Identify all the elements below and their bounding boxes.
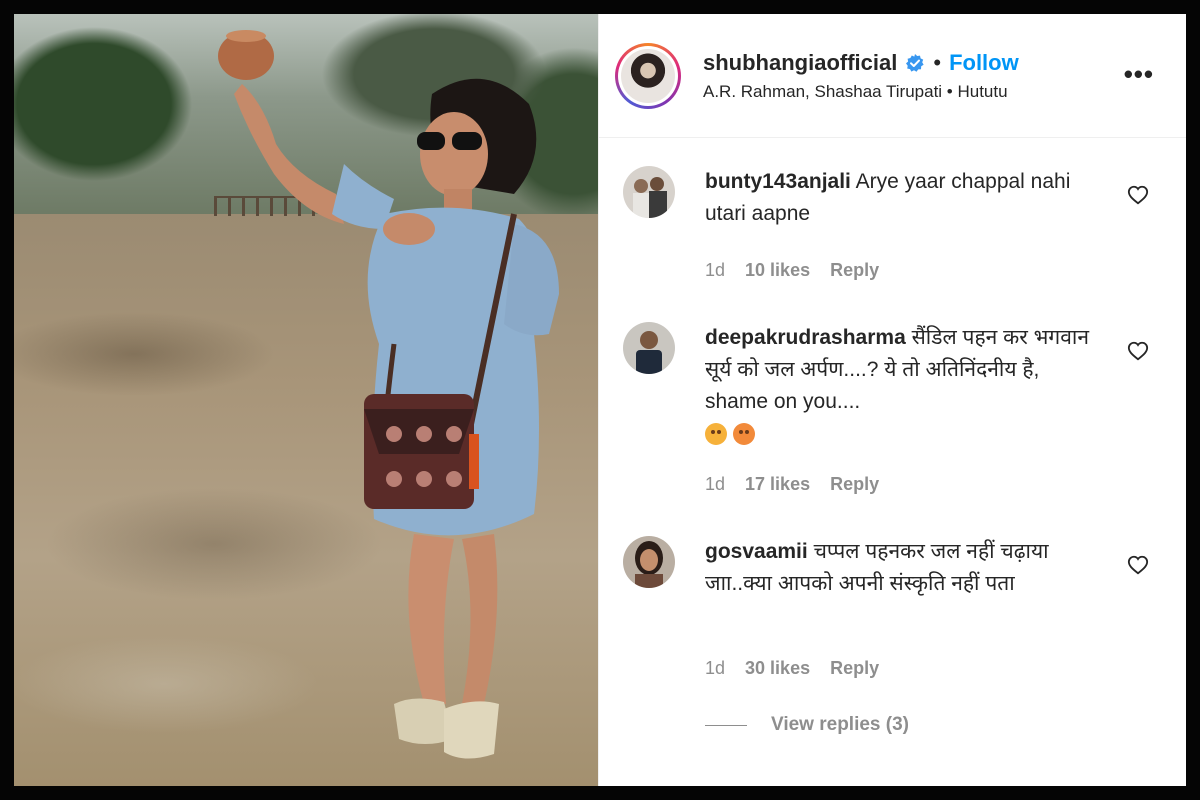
commenter-avatar[interactable] — [623, 166, 675, 218]
reply-button[interactable]: Reply — [830, 658, 879, 679]
view-replies-label: View replies (3) — [771, 714, 909, 735]
angry-face-icon — [733, 423, 755, 446]
like-comment-heart-icon[interactable] — [1127, 340, 1149, 362]
post-media[interactable] — [14, 14, 598, 786]
view-replies-button[interactable]: View replies (3) — [705, 714, 909, 736]
comment-time: 1d — [705, 658, 726, 678]
like-comment-heart-icon[interactable] — [1127, 554, 1149, 576]
commenter-avatar[interactable] — [623, 322, 675, 374]
comment-likes[interactable]: 30 likes — [745, 658, 810, 679]
comment-time: 1d — [705, 474, 726, 494]
like-comment-heart-icon[interactable] — [1127, 184, 1149, 206]
commenter-avatar[interactable] — [623, 536, 675, 588]
header-separator: • — [933, 49, 942, 75]
instagram-post: shubhangiaofficial • Follow A.R. Rahman,… — [14, 14, 1186, 786]
comment-username[interactable]: deepakrudrasharma — [705, 326, 906, 349]
post-header: shubhangiaofficial • Follow A.R. Rahman,… — [599, 14, 1186, 138]
follow-button[interactable]: Follow — [949, 50, 1019, 76]
reply-button[interactable]: Reply — [830, 474, 879, 495]
more-options-icon[interactable]: ••• — [1124, 61, 1154, 87]
comment-username[interactable]: bunty143anjali — [705, 170, 851, 193]
woman-figure — [218, 30, 559, 759]
reply-button[interactable]: Reply — [830, 260, 879, 281]
flushed-face-icon — [705, 423, 727, 446]
audio-attribution[interactable]: A.R. Rahman, Shashaa Tirupati • Hututu — [703, 82, 1019, 102]
comment-emojis — [705, 418, 1105, 450]
view-replies-divider — [705, 724, 747, 726]
verified-badge-icon — [906, 53, 924, 72]
post-username[interactable]: shubhangiaofficial — [703, 50, 897, 76]
comment-time: 1d — [705, 260, 726, 280]
comment-username[interactable]: gosvaamii — [705, 540, 808, 563]
profile-avatar-story-ring[interactable] — [615, 42, 681, 109]
comments-panel: shubhangiaofficial • Follow A.R. Rahman,… — [598, 14, 1186, 786]
comment-likes[interactable]: 10 likes — [745, 260, 810, 281]
profile-avatar — [621, 48, 675, 103]
comment-likes[interactable]: 17 likes — [745, 474, 810, 495]
